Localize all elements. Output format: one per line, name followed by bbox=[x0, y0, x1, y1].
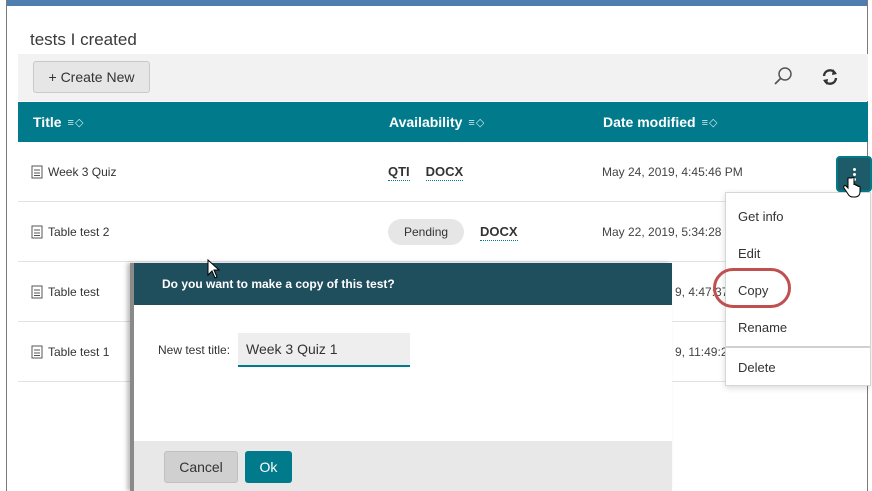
new-title-input[interactable] bbox=[238, 333, 410, 367]
column-date-modified[interactable]: Date modified ≡◇ bbox=[603, 102, 718, 142]
arrow-cursor-icon bbox=[207, 259, 221, 279]
column-title[interactable]: Title ≡◇ bbox=[33, 102, 84, 142]
section-title: tests I created bbox=[30, 30, 137, 49]
row-title-text: Table test bbox=[48, 285, 100, 299]
availability-cell: Pending DOCX bbox=[388, 202, 518, 262]
dot-icon bbox=[852, 167, 856, 171]
document-icon bbox=[31, 165, 43, 179]
document-icon bbox=[31, 225, 43, 239]
column-title-label: Title bbox=[33, 114, 62, 130]
menu-item-delete[interactable]: Delete bbox=[738, 360, 776, 375]
menu-item-edit[interactable]: Edit bbox=[738, 246, 760, 261]
row-title[interactable]: Table test 1 bbox=[30, 322, 109, 382]
ok-button[interactable]: Ok bbox=[245, 451, 292, 483]
row-title-text: Week 3 Quiz bbox=[48, 165, 117, 179]
cancel-button[interactable]: Cancel bbox=[164, 451, 238, 483]
date-modified: May 22, 2019, 5:34:28 bbox=[602, 225, 722, 239]
sort-icon[interactable]: ≡◇ bbox=[68, 116, 85, 129]
menu-item-rename[interactable]: Rename bbox=[738, 320, 787, 335]
row-title-text: Table test 2 bbox=[48, 225, 110, 239]
hand-cursor-icon bbox=[843, 176, 861, 198]
date-modified: 9, 11:49:2 bbox=[675, 345, 728, 359]
sort-icon[interactable]: ≡◇ bbox=[468, 116, 485, 129]
column-availability-label: Availability bbox=[389, 114, 463, 130]
toolbar: + Create New bbox=[18, 54, 868, 101]
docx-link[interactable]: DOCX bbox=[425, 164, 464, 181]
document-icon bbox=[31, 345, 43, 359]
qti-link[interactable]: QTI bbox=[388, 164, 410, 181]
new-title-label: New test title: bbox=[158, 343, 231, 357]
top-bar bbox=[7, 0, 867, 6]
column-date-label: Date modified bbox=[603, 114, 696, 130]
availability-cell: QTI DOCX bbox=[388, 142, 464, 202]
column-availability[interactable]: Availability ≡◇ bbox=[389, 102, 485, 142]
row-title[interactable]: Table test 2 bbox=[30, 202, 109, 262]
pending-badge: Pending bbox=[388, 219, 465, 245]
refresh-icon[interactable] bbox=[818, 65, 842, 89]
docx-link[interactable]: DOCX bbox=[480, 224, 518, 241]
create-new-button[interactable]: + Create New bbox=[33, 61, 150, 93]
sort-icon[interactable]: ≡◇ bbox=[702, 116, 719, 129]
row-title[interactable]: Week 3 Quiz bbox=[30, 142, 116, 202]
row-title[interactable]: Table test bbox=[30, 262, 99, 322]
copy-highlight-annotation bbox=[713, 268, 791, 308]
search-icon[interactable] bbox=[771, 65, 795, 89]
row-title-text: Table test 1 bbox=[48, 345, 110, 359]
dialog-footer: Cancel Ok bbox=[130, 441, 672, 491]
dialog-body: New test title: bbox=[130, 305, 672, 441]
menu-divider bbox=[726, 346, 870, 348]
table-header: Title ≡◇ Availability ≡◇ Date modified ≡… bbox=[18, 102, 868, 142]
document-icon bbox=[31, 285, 43, 299]
copy-dialog: Do you want to make a copy of this test?… bbox=[130, 263, 672, 491]
menu-item-get-info[interactable]: Get info bbox=[738, 209, 784, 224]
date-modified: May 24, 2019, 4:45:46 PM bbox=[602, 165, 743, 179]
